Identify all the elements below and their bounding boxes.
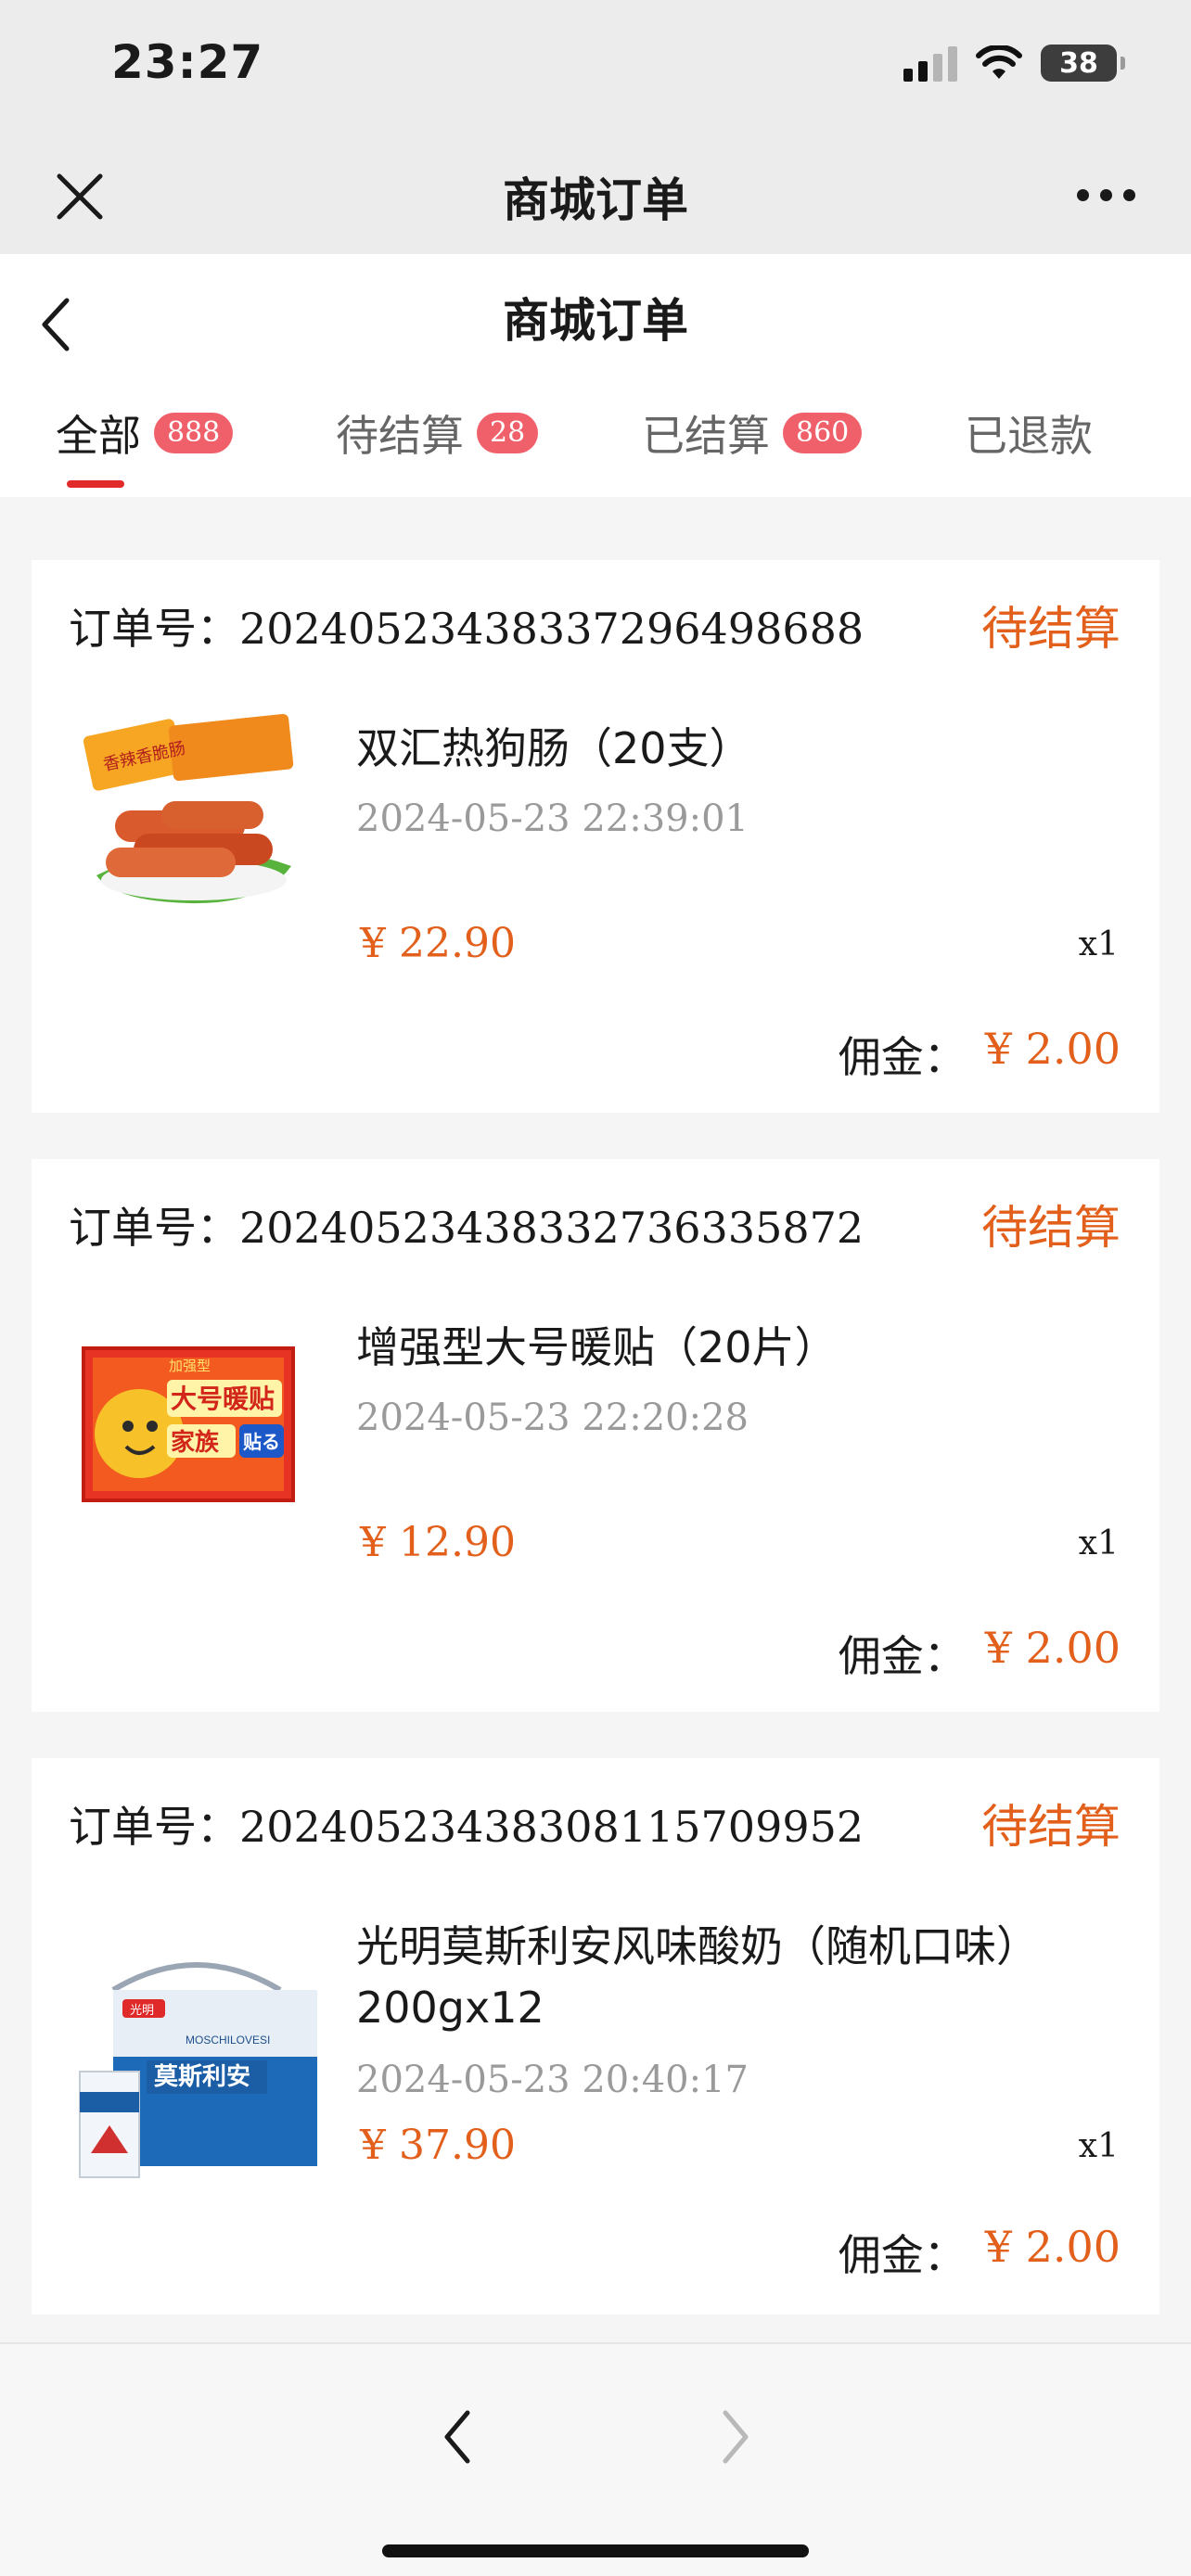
active-tab-indicator	[67, 480, 124, 488]
yogurt-logo: 光明	[130, 2004, 154, 2018]
home-indicator[interactable]	[382, 2544, 809, 2557]
tab-refunded[interactable]: 已退款	[965, 402, 1093, 464]
mini-program-header: 商城订单	[0, 139, 1191, 254]
product-name: 增强型大号暖贴（20片）	[356, 1322, 838, 1372]
mini-header-title: 商城订单	[503, 173, 688, 227]
tab-label: 已退款	[965, 411, 1093, 461]
wifi-icon	[976, 45, 1022, 79]
commission: 佣金： ¥ 2.00	[839, 1623, 1121, 1684]
tab-label: 全部	[56, 411, 141, 461]
warmer-title: 大号暖贴	[171, 1384, 275, 1414]
cellular-signal-icon	[903, 45, 957, 82]
bottom-navigation-bar	[0, 2342, 1191, 2576]
product-quantity: x1	[1078, 925, 1119, 963]
product-image[interactable]: 加强型 大号暖贴 家族 贴る	[78, 1289, 301, 1511]
order-number: 订单号：20240523438332736335872	[69, 1194, 864, 1256]
page-header: 商城订单 全部 888 待结算 28 已结算 860 已退款	[0, 254, 1191, 497]
product-quantity: x1	[1078, 2127, 1119, 2165]
yogurt-brand: 莫斯利安	[154, 2063, 250, 2091]
warmer-stick: 贴る	[243, 1431, 280, 1453]
product-price: ¥ 22.90	[360, 920, 516, 967]
order-time: 2024-05-23 22:20:28	[356, 1396, 749, 1439]
commission-value: ¥ 2.00	[984, 2222, 1121, 2272]
order-number-label: 订单号：	[69, 1802, 239, 1852]
commission: 佣金： ¥ 2.00	[839, 1024, 1121, 1085]
product-price: ¥ 37.90	[360, 2122, 516, 2169]
product-name: 光明莫斯利安风味酸奶（随机口味）200gx12	[356, 1921, 1039, 2033]
commission-label: 佣金：	[838, 1032, 967, 1082]
product-quantity: x1	[1078, 1524, 1119, 1562]
order-number-label: 订单号：	[69, 1203, 239, 1253]
commission-value: ¥ 2.00	[984, 1623, 1121, 1673]
status-time: 23:27	[111, 35, 264, 89]
chevron-right-icon[interactable]	[712, 2400, 759, 2474]
order-number-value: 20240523438332736335872	[239, 1203, 864, 1253]
commission-label: 佣金：	[838, 2230, 967, 2280]
warmer-family: 家族	[171, 1428, 220, 1457]
tab-settled[interactable]: 已结算 860	[642, 402, 863, 464]
product-image[interactable]: 香辣香脆肠	[78, 690, 301, 912]
tab-label: 待结算	[336, 411, 464, 461]
product-image[interactable]: MOSCHILOVESI 莫斯利安 光明	[76, 1944, 317, 2185]
tab-count-badge: 860	[783, 413, 863, 453]
order-status: 待结算	[981, 602, 1121, 656]
tab-pending[interactable]: 待结算 28	[336, 402, 539, 464]
order-number-value: 20240523438337296498688	[239, 604, 864, 654]
tab-all[interactable]: 全部 888	[56, 402, 234, 464]
commission-label: 佣金：	[838, 1631, 967, 1681]
chevron-left-icon[interactable]	[434, 2400, 480, 2474]
order-number: 订单号：20240523438308115709952	[69, 1793, 864, 1855]
order-status: 待结算	[981, 1800, 1121, 1854]
order-number-label: 订单号：	[69, 604, 239, 654]
product-name: 双汇热狗肠（20支）	[356, 723, 752, 773]
battery-level: 38	[1059, 46, 1098, 80]
order-number: 订单号：20240523438337296498688	[69, 595, 864, 657]
yogurt-brand-en: MOSCHILOVESI	[186, 2034, 270, 2047]
commission: 佣金： ¥ 2.00	[839, 2222, 1121, 2283]
order-card[interactable]: 订单号：20240523438337296498688 待结算 香辣香脆肠 双汇…	[32, 560, 1159, 1113]
order-number-value: 20240523438308115709952	[239, 1802, 864, 1852]
tab-label: 已结算	[642, 411, 770, 461]
order-card[interactable]: 订单号：20240523438332736335872 待结算 加强型 大号暖贴…	[32, 1159, 1159, 1712]
commission-value: ¥ 2.00	[984, 1024, 1121, 1074]
status-bar: 23:27 38	[0, 0, 1191, 139]
product-price: ¥ 12.90	[360, 1519, 516, 1566]
more-icon[interactable]	[1077, 189, 1135, 201]
tab-count-badge: 888	[154, 413, 234, 453]
order-status: 待结算	[981, 1201, 1121, 1255]
order-time: 2024-05-23 22:39:01	[356, 797, 749, 840]
order-time: 2024-05-23 20:40:17	[356, 2059, 749, 2101]
status-icons: 38	[903, 45, 1125, 82]
page-title: 商城订单	[503, 294, 688, 348]
order-card[interactable]: 订单号：20240523438308115709952 待结算 MOSCHILO…	[32, 1758, 1159, 2315]
tab-count-badge: 28	[477, 413, 539, 453]
warmer-tag: 加强型	[169, 1358, 211, 1374]
order-tabs: 全部 888 待结算 28 已结算 860 已退款	[0, 402, 1191, 495]
battery-icon: 38	[1041, 45, 1125, 82]
